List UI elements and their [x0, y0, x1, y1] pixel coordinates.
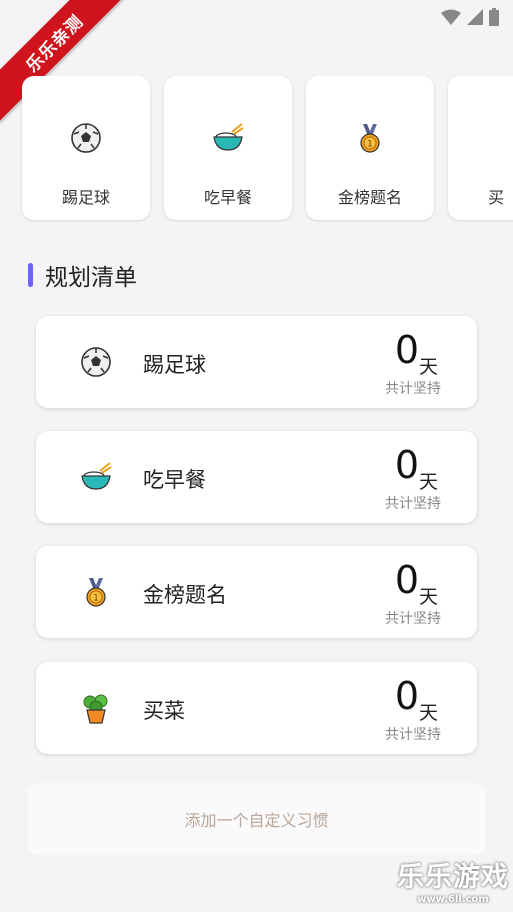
- medal-icon: 1: [360, 124, 380, 153]
- signal-icon: [467, 9, 483, 25]
- battery-icon: [489, 8, 499, 26]
- section-title: 规划清单: [28, 260, 137, 291]
- site-watermark: 乐乐游戏 www.6ll.com: [397, 862, 509, 906]
- section-accent-bar: [28, 263, 33, 287]
- plan-days-unit: 天: [419, 586, 439, 608]
- soccer-ball-icon: [71, 123, 101, 153]
- plan-item-medal[interactable]: 1 金榜题名 0 天 共计坚持: [36, 546, 477, 638]
- plan-days-unit: 天: [419, 356, 439, 378]
- plant-icon: [83, 694, 108, 724]
- plan-caption: 共计坚持: [385, 496, 441, 512]
- plan-name: 吃早餐: [143, 468, 206, 492]
- svg-text:1: 1: [93, 594, 99, 604]
- habit-card-groceries[interactable]: 买: [448, 76, 513, 220]
- soccer-ball-icon: [81, 347, 111, 377]
- plan-caption: 共计坚持: [385, 381, 441, 397]
- watermark-url: www.6ll.com: [417, 894, 489, 905]
- plan-days-count: 0: [394, 328, 419, 372]
- habit-card-label: 金榜题名: [337, 188, 402, 207]
- habit-card-breakfast[interactable]: 吃早餐: [164, 76, 292, 220]
- plan-days-count: 0: [394, 558, 419, 602]
- plan-name: 踢足球: [143, 353, 206, 377]
- plan-item-breakfast[interactable]: 吃早餐 0 天 共计坚持: [36, 431, 477, 523]
- plan-caption: 共计坚持: [385, 611, 441, 627]
- svg-text:1: 1: [367, 140, 373, 150]
- wifi-icon: [441, 9, 461, 25]
- medal-icon: 1: [86, 578, 106, 607]
- watermark-title: 乐乐游戏: [397, 862, 509, 893]
- add-custom-habit-button[interactable]: 添加一个自定义习惯: [28, 783, 485, 855]
- plan-days-unit: 天: [419, 702, 439, 724]
- habit-carousel[interactable]: 踢足球 吃早餐 1 金榜题名 买: [0, 76, 513, 222]
- habit-card-label: 买: [488, 188, 505, 207]
- rice-bowl-icon: [213, 123, 244, 151]
- plan-days-count: 0: [394, 674, 419, 718]
- plan-name: 买菜: [143, 699, 185, 723]
- plan-item-groceries[interactable]: 买菜 0 天 共计坚持: [36, 662, 477, 754]
- habit-card-medal[interactable]: 1 金榜题名: [306, 76, 434, 220]
- rice-bowl-icon: [81, 462, 112, 490]
- plan-days-unit: 天: [419, 471, 439, 493]
- section-title-text: 规划清单: [45, 265, 137, 291]
- plan-days-count: 0: [394, 443, 419, 487]
- habit-card-label: 踢足球: [61, 188, 110, 207]
- habit-card-soccer[interactable]: 踢足球: [22, 76, 150, 220]
- habit-card-label: 吃早餐: [203, 188, 252, 207]
- plan-caption: 共计坚持: [385, 727, 441, 743]
- plan-item-soccer[interactable]: 踢足球 0 天 共计坚持: [36, 316, 477, 408]
- plan-name: 金榜题名: [143, 583, 227, 607]
